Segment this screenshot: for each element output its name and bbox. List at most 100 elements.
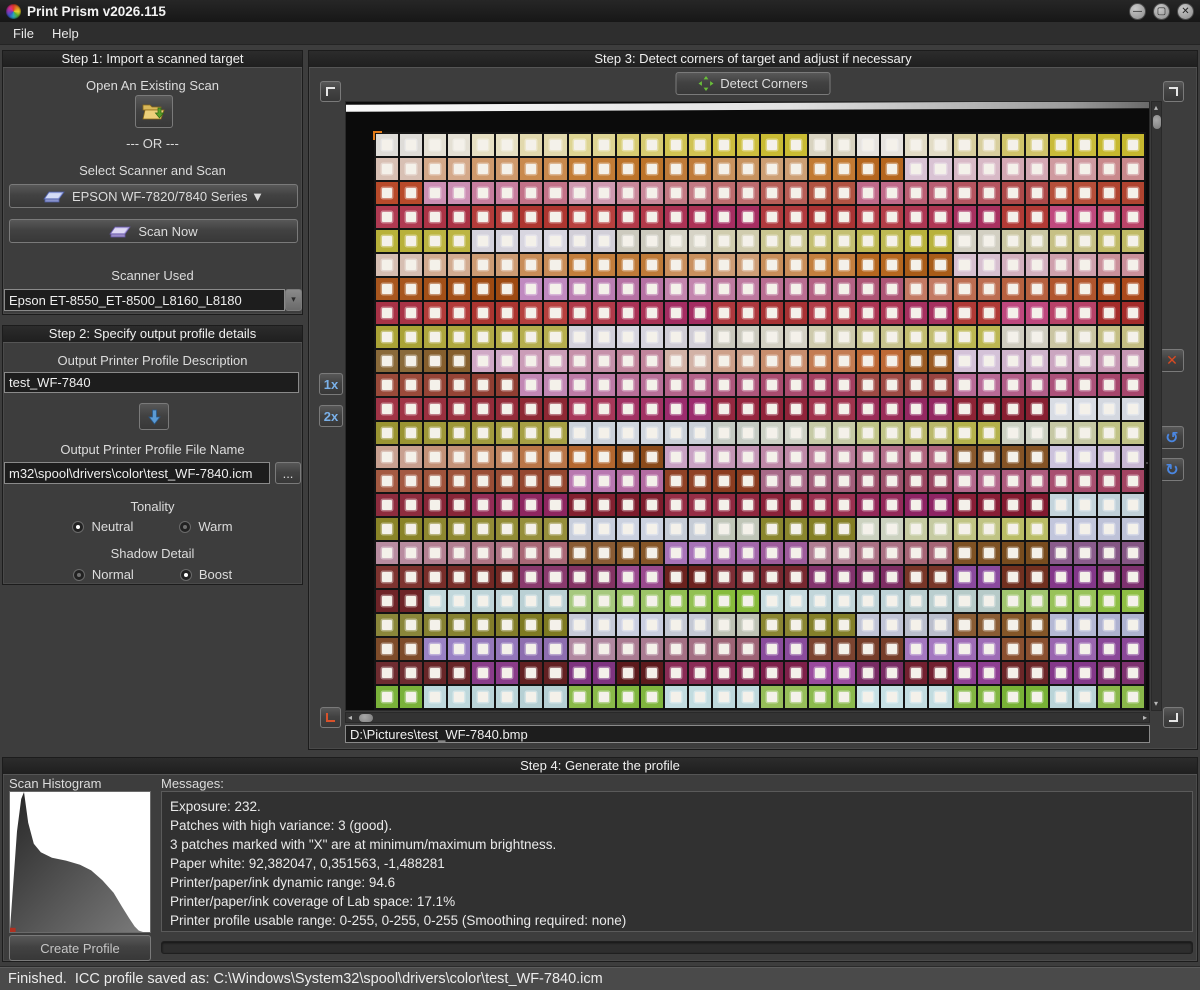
open-scan-button[interactable] (135, 95, 173, 128)
color-patch (929, 254, 951, 276)
color-patch (1074, 590, 1096, 612)
shadow-normal-radio[interactable]: Normal (73, 567, 134, 582)
step4-group: Step 4: Generate the profile Scan Histog… (2, 757, 1198, 962)
color-patch (881, 326, 903, 348)
color-patch (905, 374, 927, 396)
browse-button[interactable]: ... (275, 462, 301, 484)
color-patch (424, 638, 446, 660)
menu-bar: FileHelp (0, 22, 1200, 45)
color-patch (1050, 134, 1072, 156)
color-patch (569, 542, 591, 564)
top-right-corner-button[interactable] (1163, 81, 1184, 102)
color-patch (448, 686, 470, 708)
scanner-used-combobox[interactable]: Epson ET-8550_ET-8500_L8160_L8180 (4, 289, 285, 311)
color-patch (593, 158, 615, 180)
color-patch (520, 590, 542, 612)
menu-help[interactable]: Help (43, 24, 88, 43)
color-patch (1026, 374, 1048, 396)
rotate-ccw-button[interactable]: ↺ (1160, 426, 1184, 449)
shadow-boost-radio[interactable]: Boost (180, 567, 232, 582)
scan-file-path-field[interactable]: D:\Pictures\test_WF-7840.bmp (345, 725, 1150, 743)
horizontal-scrollbar[interactable]: ◂ ▸ (345, 712, 1150, 723)
bottom-left-corner-button[interactable] (320, 707, 341, 728)
shadow-radio-group: Normal Boost (3, 567, 302, 582)
color-patch (376, 638, 398, 660)
scroll-right-arrow-icon[interactable]: ▸ (1143, 714, 1147, 722)
color-patch (978, 470, 1000, 492)
color-patch (881, 638, 903, 660)
zoom-2x-button[interactable]: 2x (319, 405, 343, 427)
maximize-button[interactable]: ▢ (1153, 3, 1170, 20)
copy-description-button[interactable] (139, 403, 169, 430)
color-patch (713, 326, 735, 348)
zoom-1x-button[interactable]: 1x (319, 373, 343, 395)
scanner-used-dropdown-button[interactable]: ▾ (285, 289, 302, 311)
color-patch (424, 254, 446, 276)
color-patch (544, 470, 566, 492)
scroll-down-arrow-icon[interactable]: ▾ (1154, 700, 1158, 708)
scanner-select-button[interactable]: EPSON WF-7820/7840 Series ▼ (9, 184, 298, 208)
color-patch (496, 278, 518, 300)
color-patch (809, 206, 831, 228)
color-patch (520, 278, 542, 300)
tonality-warm-radio[interactable]: Warm (179, 519, 232, 534)
color-patch (881, 158, 903, 180)
color-patch (1098, 398, 1120, 420)
rotate-cw-button[interactable]: ↻ (1160, 458, 1184, 481)
color-patch (761, 374, 783, 396)
color-patch (857, 230, 879, 252)
color-patch (905, 350, 927, 372)
close-button[interactable]: ✕ (1177, 3, 1194, 20)
color-patch (424, 518, 446, 540)
top-left-corner-button[interactable] (320, 81, 341, 102)
color-patch (617, 206, 639, 228)
color-patch (1122, 374, 1144, 396)
scan-image-viewport[interactable] (345, 101, 1150, 711)
scroll-left-arrow-icon[interactable]: ◂ (348, 714, 352, 722)
color-patch (1026, 638, 1048, 660)
color-patch (593, 686, 615, 708)
vertical-scrollbar[interactable]: ▴ ▾ (1151, 101, 1162, 711)
delete-scan-button[interactable]: ✕ (1160, 349, 1184, 372)
color-patch (809, 134, 831, 156)
color-patch (1026, 446, 1048, 468)
color-patch (544, 326, 566, 348)
color-patch (713, 494, 735, 516)
color-patch (1002, 398, 1024, 420)
profile-description-input[interactable]: test_WF-7840 (4, 372, 299, 393)
down-arrow-icon (148, 409, 161, 425)
color-patch (376, 590, 398, 612)
color-patch (833, 686, 855, 708)
color-patch (496, 206, 518, 228)
tonality-neutral-radio[interactable]: Neutral (72, 519, 133, 534)
color-patch (569, 566, 591, 588)
color-patch (520, 638, 542, 660)
color-patch (569, 398, 591, 420)
color-patch (978, 254, 1000, 276)
color-patch (1050, 278, 1072, 300)
open-folder-icon (142, 102, 166, 121)
detect-corners-button[interactable]: Detect Corners (676, 72, 831, 95)
color-patch (520, 494, 542, 516)
color-patch (978, 494, 1000, 516)
color-patch (809, 662, 831, 684)
color-patch (1050, 614, 1072, 636)
color-patch (713, 230, 735, 252)
menu-file[interactable]: File (4, 24, 43, 43)
color-patch (1026, 518, 1048, 540)
bottom-right-corner-button[interactable] (1163, 707, 1184, 728)
color-patch (376, 470, 398, 492)
color-patch (617, 446, 639, 468)
scan-now-button[interactable]: Scan Now (9, 219, 298, 243)
color-patch (833, 542, 855, 564)
tonality-radio-group: Neutral Warm (3, 519, 302, 534)
create-profile-button[interactable]: Create Profile (9, 935, 151, 961)
minimize-button[interactable]: — (1129, 3, 1146, 20)
color-patch (1074, 182, 1096, 204)
scroll-up-arrow-icon[interactable]: ▴ (1154, 104, 1158, 112)
color-patch (520, 518, 542, 540)
color-patch (857, 518, 879, 540)
vertical-scrollbar-thumb[interactable] (1153, 115, 1161, 129)
profile-filename-input[interactable]: m32\spool\drivers\color\test_WF-7840.icm (4, 462, 270, 484)
horizontal-scrollbar-thumb[interactable] (359, 714, 373, 722)
